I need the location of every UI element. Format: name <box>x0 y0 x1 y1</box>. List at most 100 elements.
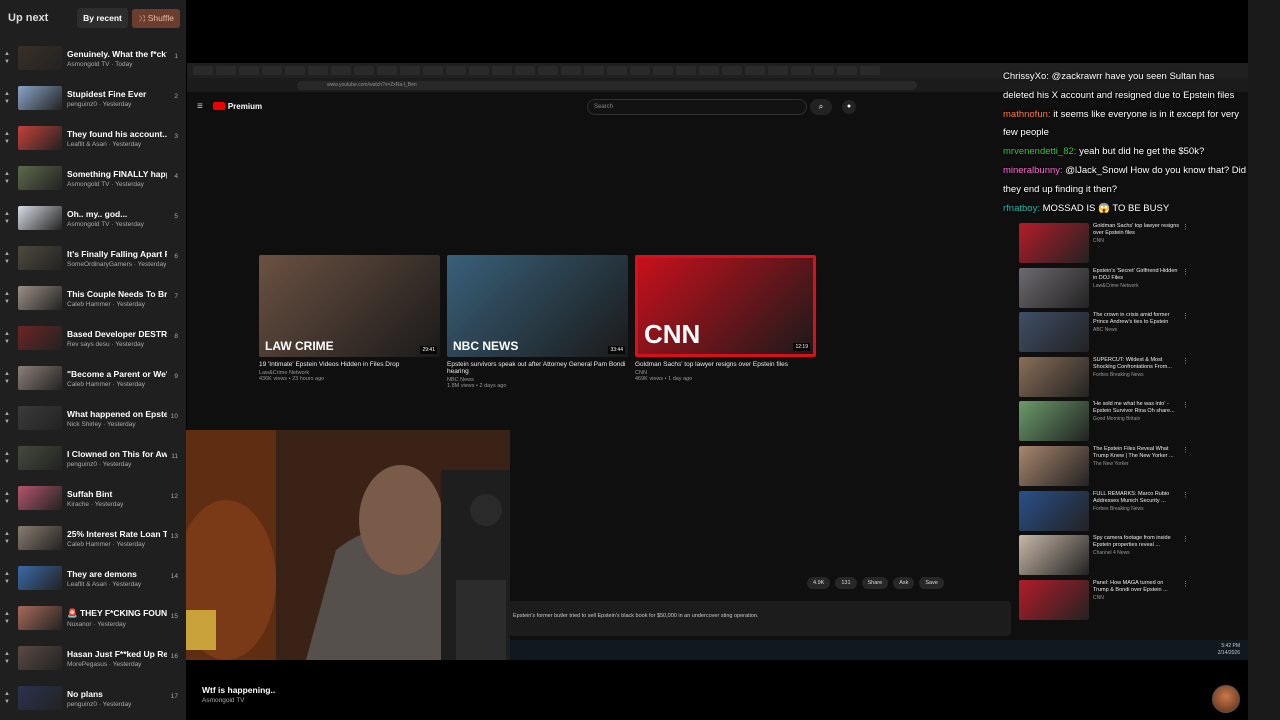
recommended-video[interactable]: 'He sold me what he was into' - Epstein … <box>1019 401 1189 446</box>
up-next-item[interactable]: ▲ ▼ Genuinely. What the f*ck? Asmongold TV … <box>0 38 186 78</box>
more-options-icon[interactable]: ⋮ <box>1182 491 1189 536</box>
up-next-item[interactable]: ▲▼ Something FINALLY happe...Asmongold TV… <box>0 158 186 198</box>
move-down-icon[interactable]: ▼ <box>4 338 10 346</box>
video-title[interactable]: They found his account.. <box>67 129 167 139</box>
reorder-arrows[interactable]: ▲ ▼ <box>0 570 14 586</box>
rec-title[interactable]: Epstein's 'Secret' Girlfriend Hidden in … <box>1093 268 1180 282</box>
video-card[interactable]: CNN 12:19 Goldman Sachs' top lawyer resign… <box>635 255 816 389</box>
move-up-icon[interactable]: ▲ <box>4 370 10 378</box>
recommended-video[interactable]: Spy camera footage from inside Epstein p… <box>1019 535 1189 580</box>
move-up-icon[interactable]: ▲ <box>4 170 10 178</box>
rec-title[interactable]: The Epstein Files Reveal What Trump Knew… <box>1093 446 1180 460</box>
move-down-icon[interactable]: ▼ <box>4 298 10 306</box>
more-options-icon[interactable]: ⋮ <box>1182 401 1189 446</box>
browser-tab[interactable] <box>285 66 305 75</box>
move-up-icon[interactable]: ▲ <box>4 210 10 218</box>
video-thumbnail[interactable] <box>18 46 62 70</box>
video-title[interactable]: Hasan Just F**ked Up Re... <box>67 649 167 659</box>
rec-thumbnail[interactable] <box>1019 445 1089 486</box>
chat-username[interactable]: rfnatboy: <box>1003 203 1040 214</box>
rec-title[interactable]: SUPERCUT: Wildest & Most Shocking Confro… <box>1093 357 1180 371</box>
microphone-icon[interactable]: ● <box>842 100 856 114</box>
move-up-icon[interactable]: ▲ <box>4 130 10 138</box>
browser-tab[interactable] <box>791 66 811 75</box>
video-thumbnail[interactable] <box>18 246 62 270</box>
browser-tab[interactable] <box>768 66 788 75</box>
video-title[interactable]: I Clowned on This for Aw... <box>67 449 167 459</box>
up-next-item[interactable]: ▲ ▼ 25% Interest Rate Loan T... Caleb Hamme… <box>0 518 186 558</box>
reorder-arrows[interactable]: ▲ ▼ <box>0 690 14 706</box>
chat-username[interactable]: mineralbunny: <box>1003 165 1063 176</box>
move-down-icon[interactable]: ▼ <box>4 418 10 426</box>
move-down-icon[interactable]: ▼ <box>4 178 10 186</box>
video-title[interactable]: What happened on Epstei... <box>67 409 167 419</box>
more-options-icon[interactable]: ⋮ <box>1182 446 1189 491</box>
chat-username[interactable]: mrvenendetti_82: <box>1003 146 1076 157</box>
browser-tab[interactable] <box>584 66 604 75</box>
card-title[interactable]: 19 'Intimate' Epstein Videos Hidden in F… <box>259 361 440 368</box>
move-up-icon[interactable]: ▲ <box>4 610 10 618</box>
move-down-icon[interactable]: ▼ <box>4 498 10 506</box>
browser-tab[interactable] <box>722 66 742 75</box>
rec-channel[interactable]: Good Morning Britain <box>1093 416 1180 422</box>
move-up-icon[interactable]: ▲ <box>4 450 10 458</box>
more-options-icon[interactable]: ⋮ <box>1182 223 1189 268</box>
move-down-icon[interactable]: ▼ <box>4 698 10 706</box>
move-down-icon[interactable]: ▼ <box>4 378 10 386</box>
up-next-item[interactable]: ▲ ▼ No plans penguinz0 · Yesterday 17 <box>0 678 186 718</box>
rec-channel[interactable]: Forbes Breaking News <box>1093 372 1180 378</box>
move-down-icon[interactable]: ▼ <box>4 258 10 266</box>
up-next-item[interactable]: ▲ ▼ 🚨 THEY F*CKING FOUN... Nuxanor · Yester… <box>0 598 186 638</box>
video-title[interactable]: Something FINALLY happe... <box>67 169 167 179</box>
move-up-icon[interactable]: ▲ <box>4 570 10 578</box>
video-thumbnail[interactable] <box>18 606 62 630</box>
video-title[interactable]: Based Developer DESTRO... <box>67 329 167 339</box>
chat-username[interactable]: mathnofun: <box>1003 109 1051 120</box>
reorder-arrows[interactable]: ▲ ▼ <box>0 610 14 626</box>
rec-channel[interactable]: CNN <box>1093 595 1180 601</box>
browser-tab[interactable] <box>331 66 351 75</box>
video-thumbnail[interactable] <box>18 526 62 550</box>
browser-tab[interactable] <box>561 66 581 75</box>
browser-tab[interactable] <box>239 66 259 75</box>
search-icon[interactable]: ⌕ <box>810 99 832 115</box>
move-up-icon[interactable]: ▲ <box>4 250 10 258</box>
reorder-arrows[interactable]: ▲ ▼ <box>0 210 14 226</box>
recommended-video[interactable]: Goldman Sachs' top lawyer resigns over E… <box>1019 223 1189 268</box>
video-title[interactable]: It's Finally Falling Apart For... <box>67 249 167 259</box>
rec-title[interactable]: Goldman Sachs' top lawyer resigns over E… <box>1093 223 1180 237</box>
video-thumbnail[interactable] <box>18 86 62 110</box>
move-up-icon[interactable]: ▲ <box>4 690 10 698</box>
video-title[interactable]: This Couple Needs To Brea... <box>67 289 167 299</box>
rec-channel[interactable]: CNN <box>1093 238 1180 244</box>
up-next-item[interactable]: ▲ ▼ What happened on Epstei... Nick Shirley… <box>0 398 186 438</box>
recommended-video[interactable]: The crown in crisis amid former Prince A… <box>1019 312 1189 357</box>
reorder-arrows[interactable]: ▲ ▼ <box>0 250 14 266</box>
card-thumbnail[interactable]: LAW CRIME 29:41 <box>259 255 440 357</box>
more-options-icon[interactable]: ⋮ <box>1182 580 1189 625</box>
move-down-icon[interactable]: ▼ <box>4 138 10 146</box>
rec-title[interactable]: FULL REMARKS: Marco Rubio Addresses Muni… <box>1093 491 1180 505</box>
video-card[interactable]: LAW CRIME 29:41 19 'Intimate' Epstein Vide… <box>259 255 440 389</box>
video-thumbnail[interactable] <box>18 166 62 190</box>
browser-tab[interactable] <box>607 66 627 75</box>
video-thumbnail[interactable] <box>18 286 62 310</box>
browser-tab[interactable] <box>837 66 857 75</box>
video-title[interactable]: Suffah Bint <box>67 489 167 499</box>
browser-tab[interactable] <box>308 66 328 75</box>
move-up-icon[interactable]: ▲ <box>4 650 10 658</box>
url-field[interactable]: www.youtube.com/watch?v=ZxRa-l_Ben <box>297 80 917 90</box>
browser-tab[interactable] <box>653 66 673 75</box>
rec-channel[interactable]: Forbes Breaking News <box>1093 506 1180 512</box>
browser-tab[interactable] <box>400 66 420 75</box>
like-button[interactable]: 4.9K <box>807 577 831 589</box>
browser-tab[interactable] <box>814 66 834 75</box>
up-next-item[interactable]: ▲ ▼ Stupidest Fine Ever penguinz0 · Yesterd… <box>0 78 186 118</box>
system-tray-clock[interactable]: 5:42 PM 2/14/2026 <box>1218 643 1240 657</box>
chat-username[interactable]: ChrissyXo: <box>1003 71 1049 82</box>
move-down-icon[interactable]: ▼ <box>4 458 10 466</box>
move-down-icon[interactable]: ▼ <box>4 618 10 626</box>
up-next-item[interactable]: ▲▼ This Couple Needs To Brea...Caleb Hamm… <box>0 278 186 318</box>
more-options-icon[interactable]: ⋮ <box>1182 357 1189 402</box>
rec-thumbnail[interactable] <box>1019 490 1089 531</box>
